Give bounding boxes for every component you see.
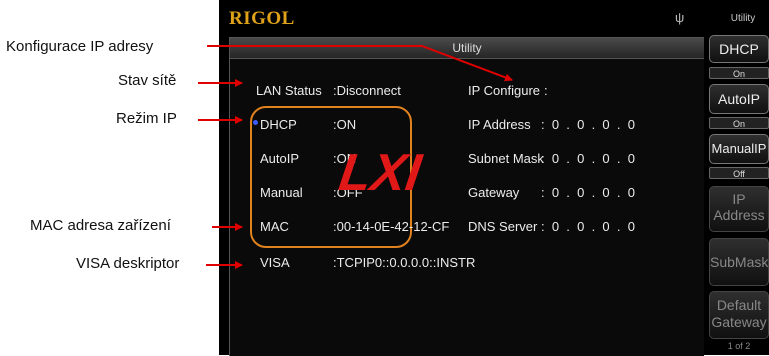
arrow-ip-config	[207, 45, 513, 82]
annotation-arrows	[198, 45, 513, 269]
